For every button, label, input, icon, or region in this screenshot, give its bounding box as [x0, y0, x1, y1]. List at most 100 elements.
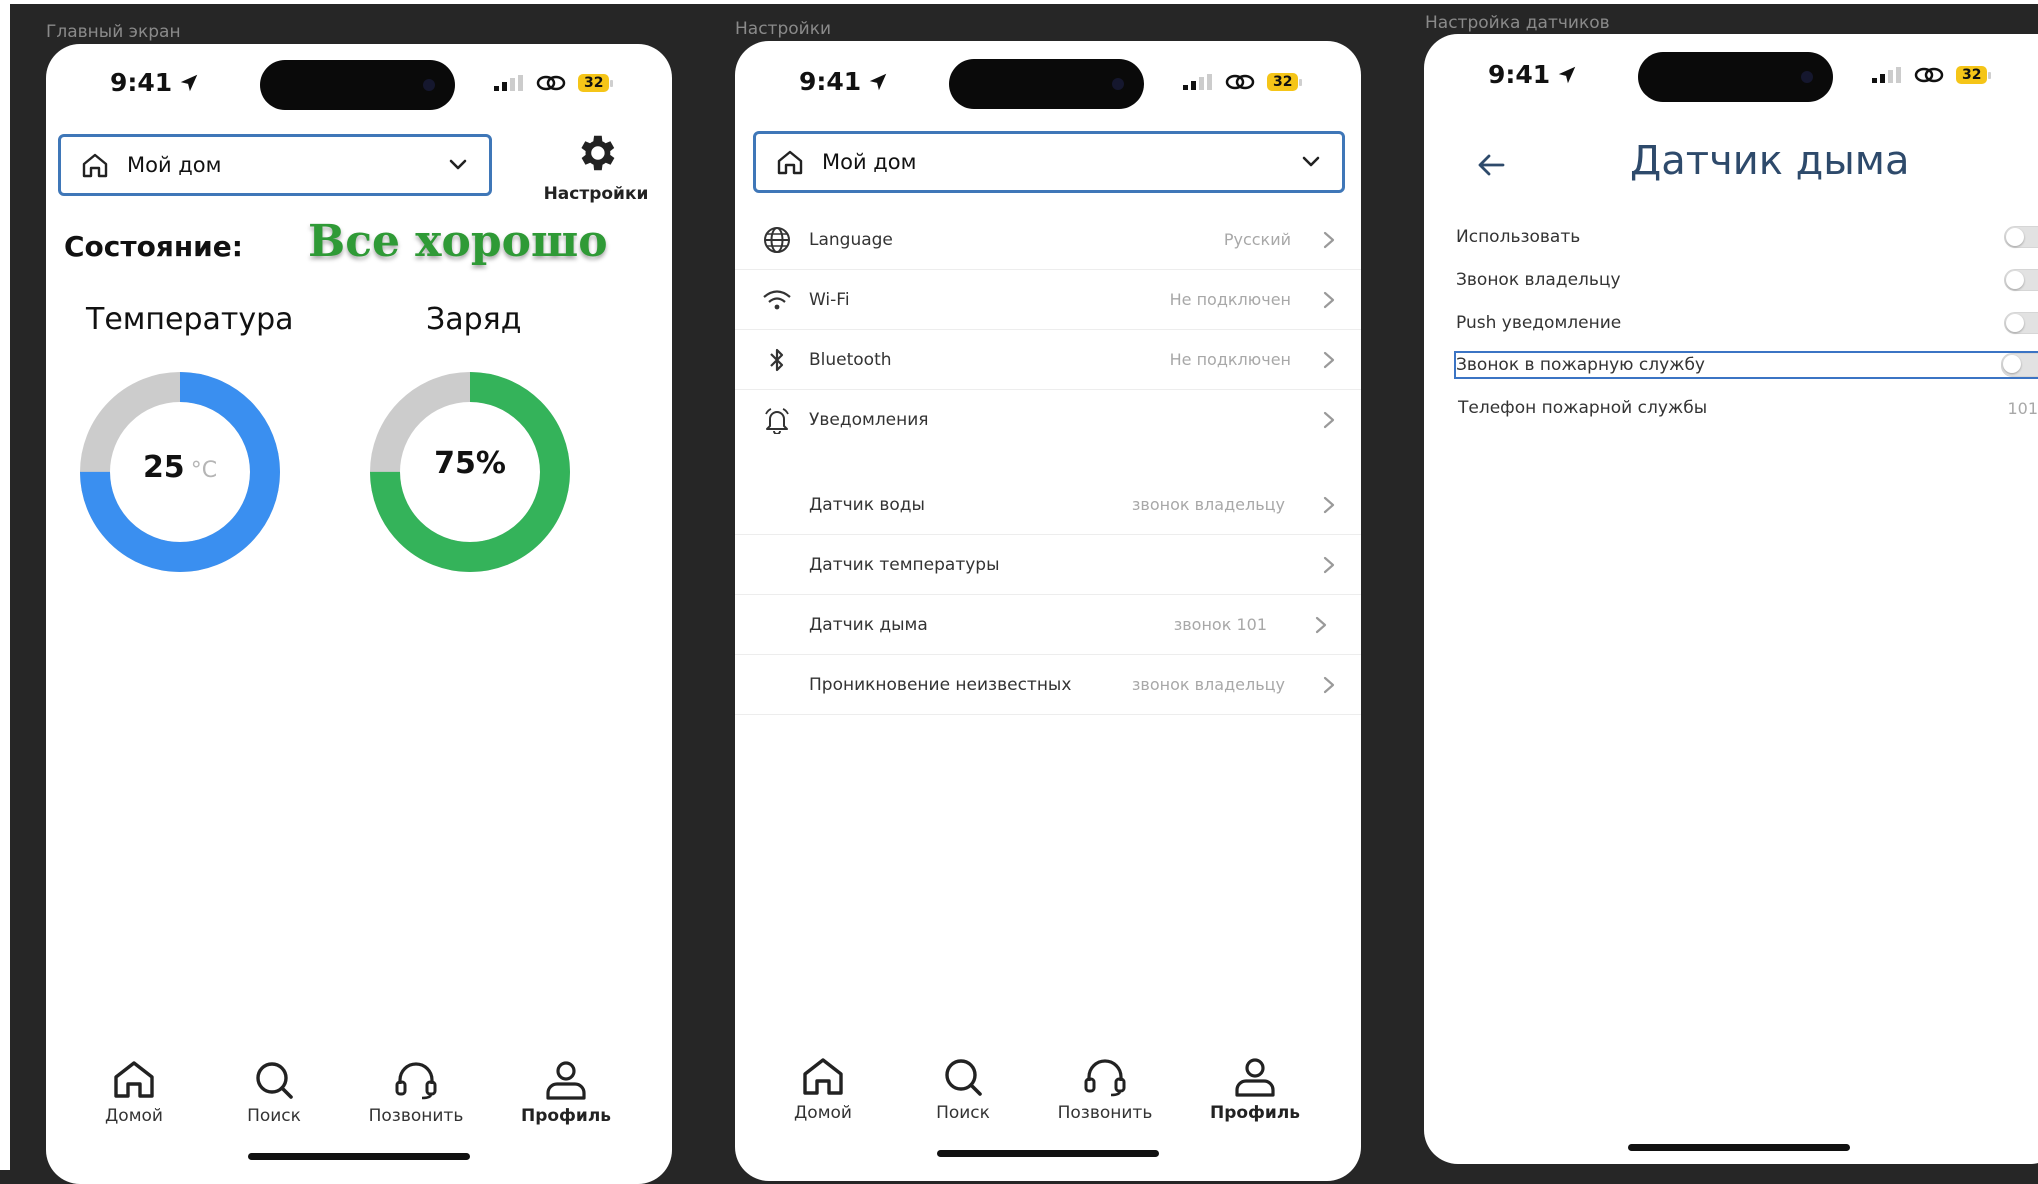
- fire-phone-value: 101: [2007, 398, 2038, 418]
- page-title: Датчик дыма: [1630, 138, 1910, 184]
- temperature-value: 25: [142, 450, 185, 485]
- phone-settings-screen: 9:41 32 Мой дом Language Русский Wi-Fi Н…: [735, 41, 1361, 1181]
- chevron-right-icon: [1323, 231, 1335, 248]
- dynamic-island: [949, 59, 1144, 109]
- tab-call[interactable]: Позвонить: [1035, 1057, 1175, 1123]
- frame-label-home: Главный экран: [46, 22, 181, 42]
- bell-icon: [765, 407, 789, 434]
- profile-icon: [1235, 1058, 1275, 1097]
- status-time: 9:41: [799, 67, 889, 96]
- sensor-list: Датчик воды звонок владельцу Датчик темп…: [735, 475, 1361, 715]
- sensor-row-intrusion[interactable]: Проникновение неизвестных звонок владель…: [735, 655, 1361, 715]
- status-indicators: 32: [1872, 66, 1993, 84]
- settings-button[interactable]: Настройки: [536, 130, 656, 204]
- house-icon: [82, 153, 108, 178]
- tab-search[interactable]: Поиск: [204, 1060, 344, 1126]
- globe-icon: [764, 226, 790, 253]
- temperature-unit: °C: [190, 458, 218, 483]
- chevron-right-icon: [1323, 351, 1335, 368]
- chevron-right-icon: [1323, 676, 1335, 693]
- status-label: Состояние:: [64, 230, 243, 263]
- toggle-call-owner[interactable]: [2004, 269, 2038, 291]
- status-time: 9:41: [1488, 60, 1578, 89]
- temperature-value-group: 25 °C: [80, 450, 280, 485]
- left-edge: [0, 0, 10, 1170]
- chevron-right-icon: [1315, 616, 1327, 633]
- gear-icon: [581, 135, 615, 171]
- settings-button-label: Настройки: [543, 184, 649, 204]
- battery-indicator: 32: [578, 74, 615, 92]
- settings-row-notifications[interactable]: Уведомления: [735, 390, 1361, 449]
- house-icon: [777, 150, 803, 175]
- home-selector-dropdown[interactable]: Мой дом: [753, 131, 1345, 193]
- charge-value: 75%: [434, 446, 506, 481]
- signal-icon: [1872, 67, 1901, 83]
- search-icon: [945, 1059, 982, 1096]
- tab-home[interactable]: Домой: [64, 1060, 204, 1126]
- home-indicator: [1628, 1144, 1850, 1151]
- home-icon: [803, 1058, 843, 1095]
- option-use: Использовать: [1456, 222, 2038, 252]
- status-value: Все хорошо: [308, 216, 608, 267]
- link-icon: [536, 75, 566, 91]
- frame-label-sensors: Настройка датчиков: [1425, 13, 1610, 33]
- home-indicator: [937, 1150, 1159, 1157]
- toggle-push[interactable]: [2004, 312, 2038, 334]
- sensor-row-water[interactable]: Датчик воды звонок владельцу: [735, 475, 1361, 535]
- dynamic-island: [260, 60, 455, 110]
- status-indicators: 32: [494, 74, 615, 92]
- top-edge: [0, 0, 2038, 4]
- home-selector-label: Мой дом: [822, 150, 917, 174]
- search-icon: [256, 1062, 293, 1099]
- home-selector-label: Мой дом: [127, 153, 222, 177]
- headset-icon: [395, 1062, 437, 1100]
- tab-profile[interactable]: Профиль: [496, 1060, 636, 1126]
- tab-call[interactable]: Позвонить: [346, 1060, 486, 1126]
- chevron-down-icon: [449, 159, 467, 170]
- toggle-use[interactable]: [2004, 226, 2038, 248]
- profile-icon: [546, 1061, 586, 1100]
- signal-icon: [494, 75, 523, 91]
- status-time: 9:41: [110, 68, 200, 97]
- back-arrow-icon[interactable]: [1476, 152, 1506, 178]
- settings-row-bluetooth[interactable]: Bluetooth Не подключен: [735, 330, 1361, 390]
- chevron-down-icon: [1302, 156, 1320, 167]
- option-push: Push уведомление: [1456, 308, 2038, 338]
- chevron-right-icon: [1323, 411, 1335, 428]
- home-icon: [114, 1061, 154, 1098]
- dynamic-island: [1638, 52, 1833, 102]
- charge-title: Заряд: [426, 302, 522, 337]
- battery-indicator: 32: [1956, 66, 1993, 84]
- home-selector-dropdown[interactable]: Мой дом: [58, 134, 492, 196]
- tab-search[interactable]: Поиск: [893, 1057, 1033, 1123]
- bluetooth-icon: [770, 348, 784, 371]
- location-arrow-icon: [869, 73, 887, 91]
- phone-home-screen: 9:41 32 Мой дом Настройки Состояние: Все…: [46, 44, 672, 1184]
- status-indicators: 32: [1183, 73, 1304, 91]
- chevron-right-icon: [1323, 496, 1335, 513]
- home-indicator: [248, 1153, 470, 1160]
- bottom-tab-bar: Домой Поиск Позвонить Профиль: [46, 1060, 672, 1140]
- location-arrow-icon: [1558, 66, 1576, 84]
- frame-label-settings: Настройки: [735, 19, 832, 39]
- settings-row-language[interactable]: Language Русский: [735, 210, 1361, 270]
- link-icon: [1225, 74, 1255, 90]
- option-fire-phone[interactable]: Телефон пожарной службы 101: [1456, 393, 2038, 423]
- option-call-fire-service: Звонок в пожарную службу: [1454, 351, 2038, 379]
- sensor-row-smoke[interactable]: Датчик дыма звонок 101: [735, 595, 1361, 655]
- signal-icon: [1183, 74, 1212, 90]
- chevron-right-icon: [1323, 291, 1335, 308]
- sensor-row-temperature[interactable]: Датчик температуры: [735, 535, 1361, 595]
- phone-sensor-screen: 9:41 32 Датчик дыма Использовать Звонок …: [1424, 34, 2038, 1164]
- tab-profile[interactable]: Профиль: [1185, 1057, 1325, 1123]
- location-arrow-icon: [180, 74, 198, 92]
- battery-indicator: 32: [1267, 73, 1304, 91]
- option-call-owner: Звонок владельцу: [1456, 265, 2038, 295]
- tab-home[interactable]: Домой: [753, 1057, 893, 1123]
- temperature-title: Температура: [86, 302, 294, 337]
- settings-list: Language Русский Wi-Fi Не подключен Blue…: [735, 210, 1361, 449]
- toggle-call-fire-service[interactable]: [2001, 353, 2038, 377]
- settings-row-wifi[interactable]: Wi-Fi Не подключен: [735, 270, 1361, 330]
- chevron-right-icon: [1323, 556, 1335, 573]
- link-icon: [1914, 67, 1944, 83]
